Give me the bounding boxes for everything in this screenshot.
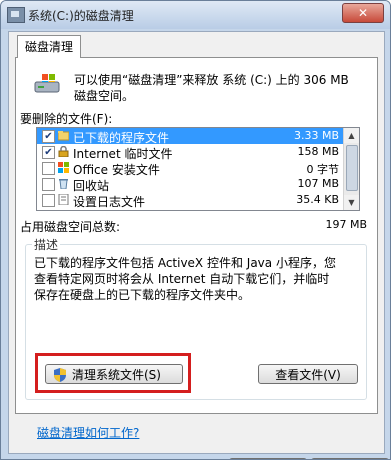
file-name: 设置日志文件 xyxy=(73,195,146,209)
lock-icon xyxy=(58,146,69,157)
files-list-scrollbar[interactable]: ▲ ▼ xyxy=(343,128,359,210)
recycle-bin-icon xyxy=(59,179,68,189)
file-size: 35.4 KB xyxy=(296,193,339,206)
drive-cleanup-icon xyxy=(7,7,25,23)
list-item[interactable]: 设置日志文件 35.4 KB xyxy=(37,192,343,209)
summary-line-2: 磁盘空间。 xyxy=(74,89,135,103)
highlight-annotation-box xyxy=(35,353,191,393)
file-size: 158 MB xyxy=(297,145,339,158)
checkbox-recycle-bin[interactable] xyxy=(42,178,55,191)
tab-panel: 可以使用“磁盘清理”来释放 系统 (C:) 上的 306 MB 磁盘空间。 要删… xyxy=(15,57,378,414)
disk-cleanup-window: 系统(C:)的磁盘清理 ✕ 磁盘清理 可以使用“磁盘清理”来释放 系统 (C:)… xyxy=(0,0,391,460)
total-space-value: 197 MB xyxy=(325,218,367,231)
file-size: 3.33 MB xyxy=(293,129,339,142)
description-line-3: 保存在硬盘上的已下载的程序文件夹中。 xyxy=(34,288,251,302)
cleanup-summary: 可以使用“磁盘清理”来释放 系统 (C:) 上的 306 MB 磁盘空间。 xyxy=(74,72,370,104)
description-text: 已下载的程序文件包括 ActiveX 控件和 Java 小程序，您 查看特定网页… xyxy=(34,255,360,303)
help-link[interactable]: 磁盘清理如何工作? xyxy=(37,424,139,441)
window-title: 系统(C:)的磁盘清理 xyxy=(28,9,134,23)
list-item[interactable]: 回收站 107 MB xyxy=(37,176,343,193)
list-item[interactable]: Office 安装文件 0 字节 xyxy=(37,160,343,177)
file-size: 107 MB xyxy=(297,177,339,190)
description-title: 描述 xyxy=(32,236,61,253)
files-list[interactable]: ✔ 已下载的程序文件 3.33 MB ✔ Internet 临时文件 158 M… xyxy=(36,127,360,211)
checkbox-office-setup[interactable] xyxy=(42,162,55,175)
office-icon xyxy=(58,162,69,173)
scroll-up-arrow-icon[interactable]: ▲ xyxy=(344,128,359,143)
close-button[interactable]: ✕ xyxy=(342,3,384,23)
list-item[interactable]: ✔ Internet 临时文件 158 MB xyxy=(37,144,343,161)
scroll-down-arrow-icon[interactable]: ▼ xyxy=(344,195,359,210)
scroll-thumb[interactable] xyxy=(346,145,358,191)
checkbox-downloaded-programs[interactable]: ✔ xyxy=(42,130,55,143)
checkbox-setup-logs[interactable] xyxy=(42,194,55,207)
total-space-label: 占用磁盘空间总数: xyxy=(20,220,121,234)
folder-icon xyxy=(58,131,69,141)
tab-disk-cleanup[interactable]: 磁盘清理 xyxy=(17,35,81,58)
files-to-delete-label: 要删除的文件(F): xyxy=(20,112,113,126)
title-bar[interactable]: 系统(C:)的磁盘清理 ✕ xyxy=(1,1,390,29)
list-item[interactable]: ✔ 已下载的程序文件 3.33 MB xyxy=(37,128,343,145)
dialog-client: 磁盘清理 可以使用“磁盘清理”来释放 系统 (C:) 上的 306 MB 磁盘空… xyxy=(8,31,389,459)
hard-drive-icon xyxy=(34,74,60,93)
description-line-1: 已下载的程序文件包括 ActiveX 控件和 Java 小程序，您 xyxy=(34,256,336,270)
description-line-2: 查看特定网页时将会从 Internet 自动下载它们，并临时 xyxy=(34,272,330,286)
view-files-button[interactable]: 查看文件(V) xyxy=(258,364,358,384)
file-size: 0 字节 xyxy=(306,163,340,176)
summary-line-1: 可以使用“磁盘清理”来释放 系统 (C:) 上的 306 MB xyxy=(74,73,349,87)
document-icon xyxy=(58,194,69,205)
checkbox-internet-temp[interactable]: ✔ xyxy=(42,146,55,159)
